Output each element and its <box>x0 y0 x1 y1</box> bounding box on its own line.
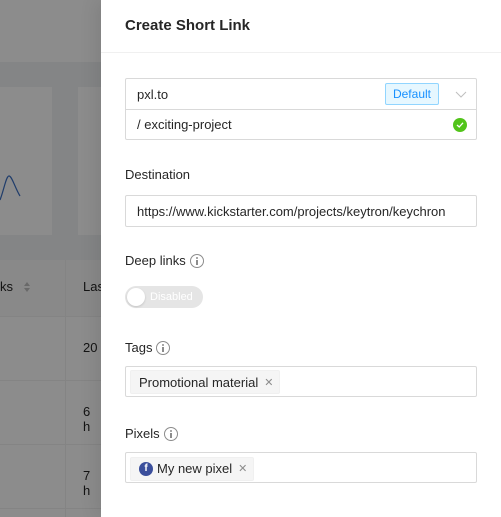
deep-links-toggle[interactable]: Disabled <box>125 286 203 308</box>
destination-label-text: Destination <box>125 167 191 182</box>
drawer-mask-overlay[interactable] <box>0 0 101 517</box>
create-short-link-drawer: Create Short Link pxl.to Default / excit… <box>101 0 501 517</box>
info-circle-icon[interactable] <box>163 426 178 441</box>
destination-label: Destination <box>125 167 190 182</box>
tag-item: Promotional material ✕ <box>130 370 281 394</box>
deep-links-label: Deep links <box>125 253 204 268</box>
facebook-icon: f <box>139 461 153 476</box>
default-badge: Default <box>384 83 439 105</box>
pixels-label-text: Pixels <box>125 426 160 441</box>
pixels-select[interactable]: f My new pixel ✕ <box>125 452 477 483</box>
slug-input[interactable]: / exciting-project <box>126 109 476 139</box>
drawer-title: Create Short Link <box>125 17 251 34</box>
tags-label: Tags <box>125 340 171 355</box>
pixel-label: My new pixel <box>157 461 233 476</box>
close-icon[interactable]: ✕ <box>262 376 275 389</box>
destination-input[interactable] <box>125 195 477 227</box>
domain-value: pxl.to <box>137 86 169 102</box>
tags-label-text: Tags <box>125 340 153 355</box>
info-circle-icon[interactable] <box>189 253 204 268</box>
toggle-label: Disabled <box>150 291 193 303</box>
slug-value: / exciting-project <box>137 117 232 132</box>
deep-links-label-text: Deep links <box>125 253 186 268</box>
info-circle-icon[interactable] <box>156 340 171 355</box>
chevron-down-icon[interactable] <box>455 88 467 100</box>
drawer-header: Create Short Link <box>101 0 501 53</box>
toggle-knob <box>127 288 145 306</box>
check-circle-icon <box>453 118 467 132</box>
close-icon[interactable]: ✕ <box>236 462 249 475</box>
pixel-item: f My new pixel ✕ <box>130 456 255 481</box>
tag-label: Promotional material <box>139 374 259 390</box>
pixels-label: Pixels <box>125 426 178 441</box>
tags-select[interactable]: Promotional material ✕ <box>125 366 477 397</box>
short-link-input-group: pxl.to Default / exciting-project <box>125 78 477 140</box>
domain-select[interactable]: pxl.to Default <box>126 79 476 109</box>
